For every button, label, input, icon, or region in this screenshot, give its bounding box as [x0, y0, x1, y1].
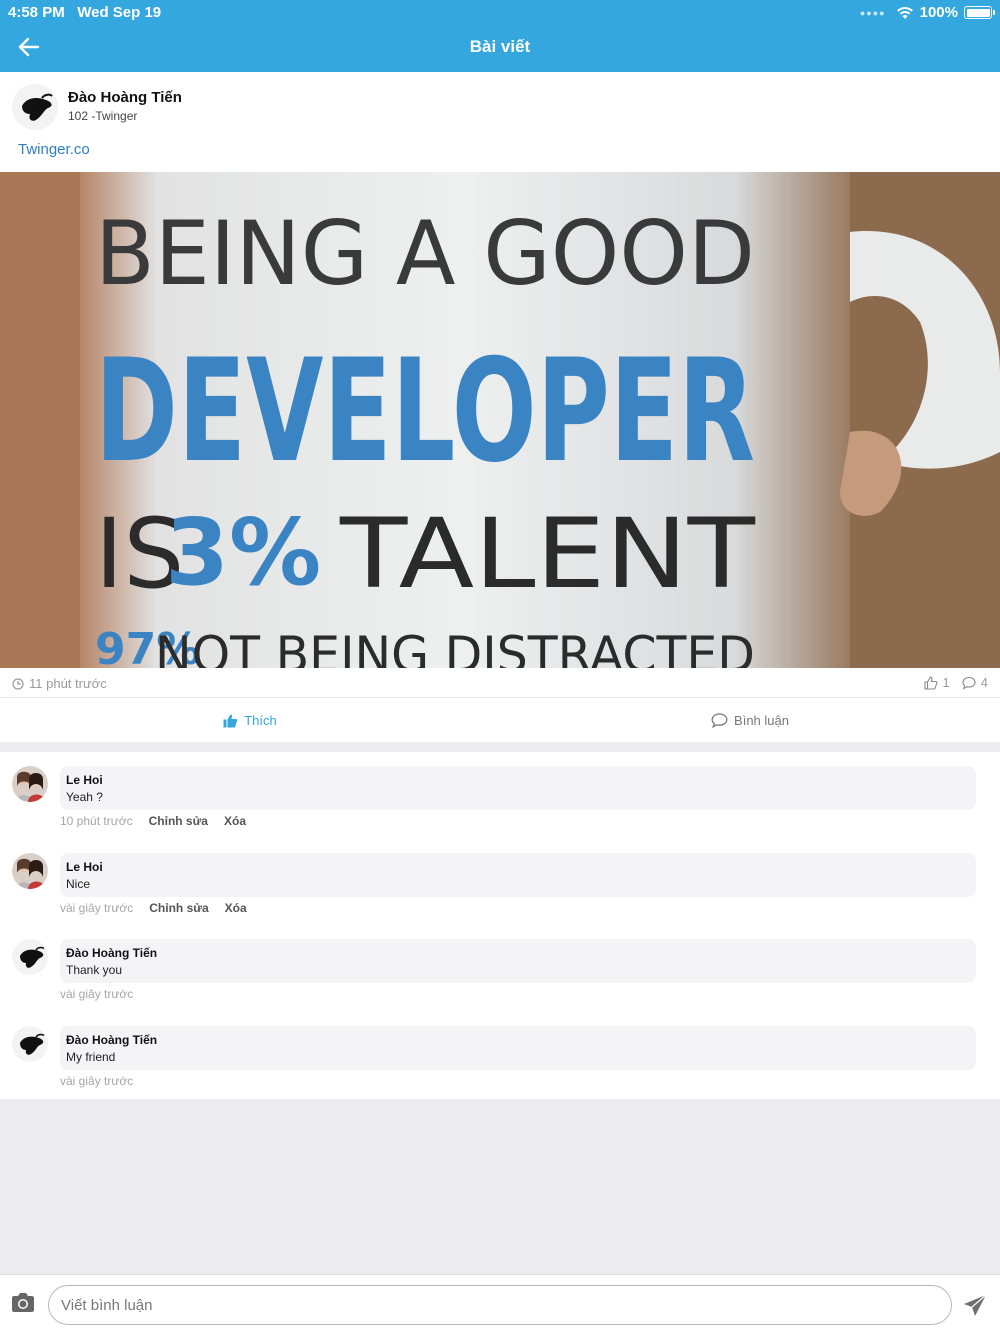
thumbs-up-outline-icon — [923, 675, 938, 690]
speech-bubble-icon — [962, 676, 976, 690]
comment-composer — [0, 1274, 1000, 1334]
comment-text: Thank you — [66, 963, 123, 977]
comment-avatar-photo[interactable] — [12, 766, 48, 802]
post-link[interactable]: Twinger.co — [18, 141, 90, 158]
battery-icon — [964, 6, 995, 19]
comment-avatar-bird-logo-icon[interactable] — [12, 1025, 48, 1062]
like-button-label: Thích — [244, 713, 277, 728]
comment-text: Nice — [66, 876, 91, 891]
status-date: Wed Sep 19 — [77, 4, 162, 21]
comment-time: vài giây trước — [60, 900, 134, 915]
post-time-text: 11 phút trước — [29, 676, 107, 691]
mug-photo: BEING A GOOD DEVELOPER IS 3% TALENT 97% … — [0, 172, 1000, 668]
post-image[interactable]: BEING A GOOD DEVELOPER IS 3% TALENT 97% … — [0, 172, 1000, 668]
thumbs-up-icon — [223, 714, 238, 727]
author-avatar[interactable] — [12, 84, 58, 130]
status-indicators: ●●●● 100% — [859, 4, 995, 21]
post-card: Đào Hoàng Tiến 102 -Twinger Twinger.co B… — [0, 72, 1000, 742]
comment-time: vài giây trước — [60, 987, 134, 1001]
like-count-value: 1 — [942, 675, 950, 690]
like-button[interactable]: Thích — [0, 699, 500, 742]
post-counts: 1 4 — [923, 675, 988, 690]
comment-count[interactable]: 4 — [962, 675, 988, 690]
comment-footer: vài giây trước — [60, 1074, 133, 1088]
post-actions: Thích Bình luận — [0, 699, 1000, 742]
comment-button[interactable]: Bình luận — [500, 699, 1000, 742]
comment-button-label: Bình luận — [734, 713, 789, 728]
battery-percent: 100% — [919, 4, 958, 21]
like-count[interactable]: 1 — [923, 675, 950, 690]
comment-bubble: Đào Hoàng Tiến My friend — [60, 1025, 976, 1070]
author-name[interactable]: Đào Hoàng Tiến — [68, 89, 182, 106]
page-title: Bài viết — [469, 37, 531, 56]
comment-footer: vài giây trước Chỉnh sửa Xóa — [60, 901, 247, 915]
post-meta: 11 phút trước 1 4 — [0, 668, 1000, 698]
send-icon — [964, 1294, 987, 1316]
image-line4-suffix: NOT BEING DISTRACTED — [155, 626, 755, 668]
comment-item: Đào Hoàng Tiến My friend vài giây trước — [0, 1012, 1000, 1098]
comment-time: 10 phút trước — [60, 814, 133, 828]
author-subtitle: 102 -Twinger — [68, 109, 138, 123]
comment-delete-button[interactable]: Xóa — [224, 814, 246, 828]
image-line3-highlight: 3% — [165, 499, 321, 606]
image-line3-suffix: TALENT — [339, 498, 756, 610]
comment-author[interactable]: Đào Hoàng Tiến — [66, 946, 157, 960]
comment-bubble: Le Hoi Yeah ? — [60, 766, 976, 810]
comment-text: My friend — [66, 1049, 116, 1064]
comment-avatar-photo[interactable] — [12, 852, 48, 889]
image-line2: DEVELOPER — [95, 329, 755, 494]
comment-footer: vài giây trước — [60, 987, 133, 1001]
comment-author[interactable]: Le Hoi — [66, 773, 103, 787]
camera-button[interactable] — [10, 1292, 38, 1318]
image-line1: BEING A GOOD — [95, 202, 755, 305]
comment-delete-button[interactable]: Xóa — [225, 901, 247, 915]
status-time: 4:58 PM Wed Sep 19 — [8, 4, 161, 21]
comment-edit-button[interactable]: Chỉnh sửa — [149, 814, 208, 828]
app-header: 4:58 PM Wed Sep 19 ●●●● 100% Bài viết — [0, 0, 1000, 72]
clock-icon — [12, 677, 24, 690]
comment-item: Le Hoi Yeah ? 10 phút trước Chỉnh sửa Xóa — [0, 752, 1000, 838]
comment-author[interactable]: Le Hoi — [66, 860, 103, 874]
comment-footer: 10 phút trước Chỉnh sửa Xóa — [60, 814, 246, 828]
wifi-icon — [896, 6, 913, 19]
comment-input[interactable] — [48, 1285, 952, 1325]
comment-bubble: Le Hoi Nice — [60, 852, 976, 897]
comment-text: Yeah ? — [66, 790, 103, 804]
status-clock: 4:58 PM — [8, 4, 65, 21]
post-time: 11 phút trước — [12, 676, 107, 691]
bird-logo-icon — [12, 84, 58, 130]
comment-item: Đào Hoàng Tiến Thank you vài giây trước — [0, 925, 1000, 1011]
send-button[interactable] — [962, 1293, 988, 1319]
comment-avatar-bird-logo-icon[interactable] — [12, 939, 48, 975]
comment-list: Le Hoi Yeah ? 10 phút trước Chỉnh sửa Xóa Le … — [0, 752, 1000, 1099]
comment-count-value: 4 — [980, 675, 988, 690]
comment-edit-button[interactable]: Chỉnh sửa — [149, 901, 208, 915]
camera-icon — [12, 1293, 34, 1312]
comment-item: Le Hoi Nice vài giây trước Chỉnh sửa Xóa — [0, 839, 1000, 925]
comment-bubble: Đào Hoàng Tiến Thank you — [60, 939, 976, 983]
comment-bubble-icon — [711, 713, 728, 728]
comment-time: vài giây trước — [60, 1073, 134, 1088]
signal-icon: ●●●● — [859, 7, 886, 18]
comment-author[interactable]: Đào Hoàng Tiến — [66, 1033, 157, 1047]
